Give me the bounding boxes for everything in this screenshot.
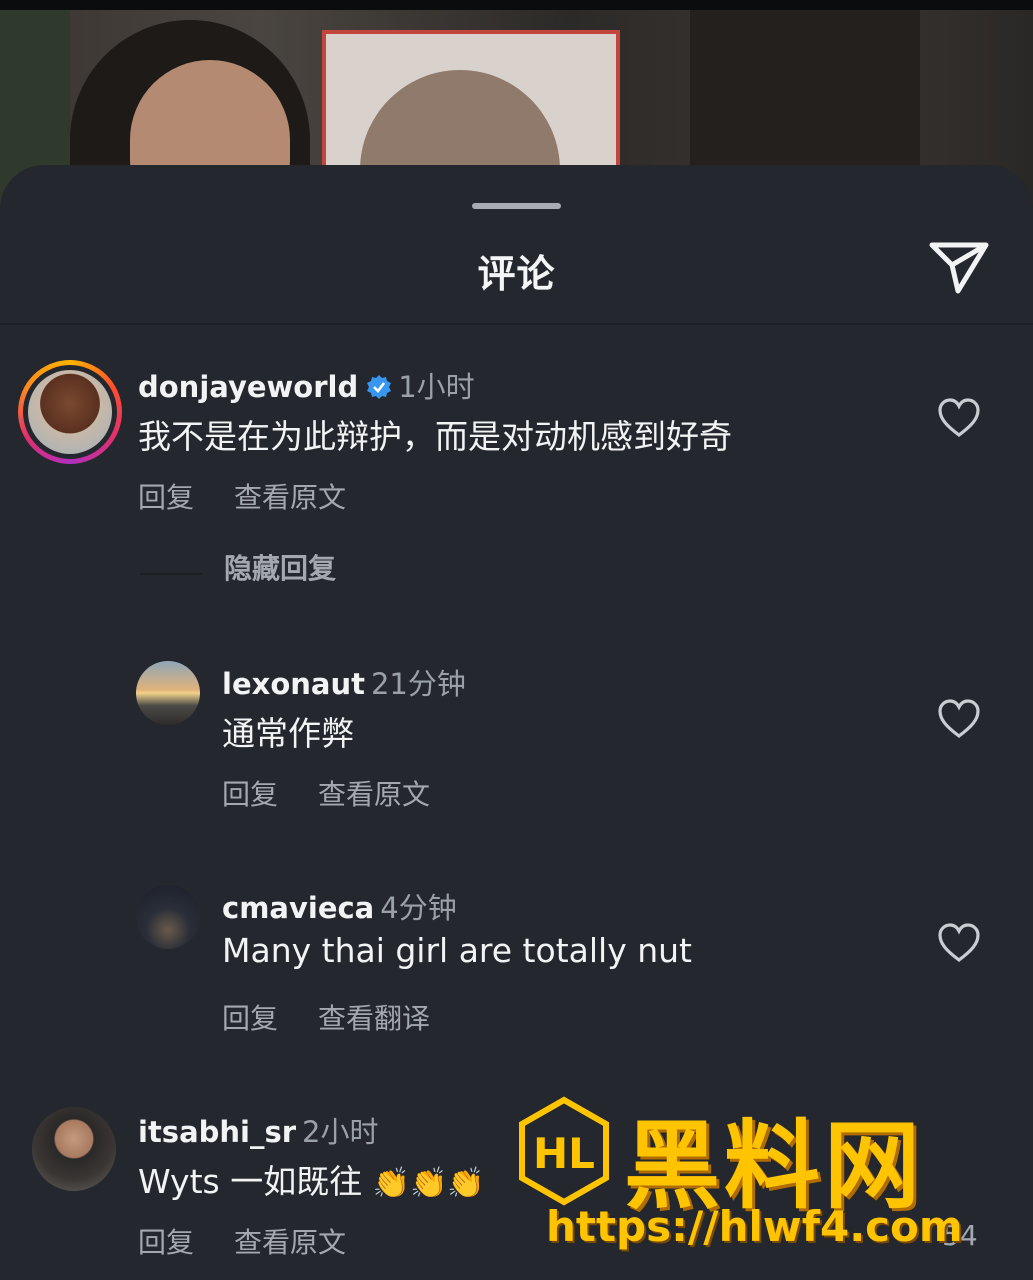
comment-timestamp: 2小时 bbox=[302, 1115, 379, 1149]
see-original-button[interactable]: 查看原文 bbox=[318, 778, 430, 811]
thread-line bbox=[140, 573, 202, 575]
sheet-title: 评论 bbox=[477, 252, 556, 296]
sheet-drag-handle[interactable] bbox=[472, 203, 561, 209]
comment-text: 我不是在为此辩护，而是对动机感到好奇 bbox=[138, 417, 732, 456]
comment-username[interactable]: donjayeworld bbox=[138, 370, 358, 404]
avatar bbox=[28, 370, 112, 454]
comment-username[interactable]: cmavieca bbox=[222, 891, 374, 925]
comment-text: Many thai girl are totally nut bbox=[222, 931, 692, 970]
avatar[interactable] bbox=[136, 885, 200, 949]
heart-outline-icon[interactable] bbox=[937, 699, 981, 739]
reply-button[interactable]: 回复 bbox=[138, 1226, 194, 1259]
share-button[interactable] bbox=[928, 239, 990, 295]
status-strip bbox=[0, 0, 1033, 10]
clapping-emojis: 👏👏👏 bbox=[372, 1166, 485, 1201]
paper-plane-icon bbox=[929, 242, 989, 294]
reply-button[interactable]: 回复 bbox=[222, 1002, 278, 1035]
header-divider bbox=[0, 323, 1033, 325]
verified-badge-icon bbox=[367, 375, 392, 399]
watermark-url: https://hlwf4.com bbox=[546, 1202, 963, 1251]
hide-replies-label[interactable]: 隐藏回复 bbox=[224, 547, 336, 587]
avatar[interactable] bbox=[136, 661, 200, 725]
comment-username[interactable]: lexonaut bbox=[222, 667, 365, 701]
comment-username[interactable]: itsabhi_sr bbox=[138, 1115, 296, 1149]
watermark: HL 黑料网 https://hlwf4.com bbox=[516, 1096, 996, 1266]
heart-outline-icon[interactable] bbox=[937, 398, 981, 438]
see-original-button[interactable]: 查看原文 bbox=[234, 1226, 346, 1259]
watermark-logo-icon: HL bbox=[519, 1096, 609, 1206]
story-ring[interactable] bbox=[18, 360, 122, 464]
comment-text: 通常作弊 bbox=[222, 714, 354, 753]
comment-timestamp: 1小时 bbox=[398, 370, 475, 404]
reply-button[interactable]: 回复 bbox=[222, 778, 278, 811]
see-translation-button[interactable]: 查看翻译 bbox=[318, 1002, 430, 1035]
comment-timestamp: 4分钟 bbox=[380, 891, 457, 925]
see-original-button[interactable]: 查看原文 bbox=[234, 481, 346, 514]
avatar[interactable] bbox=[32, 1107, 116, 1191]
comment-text: Wyts 一如既往 bbox=[138, 1162, 363, 1201]
svg-text:HL: HL bbox=[533, 1129, 595, 1178]
reply-button[interactable]: 回复 bbox=[138, 481, 194, 514]
heart-outline-icon[interactable] bbox=[937, 923, 981, 963]
comment-timestamp: 21分钟 bbox=[370, 667, 466, 701]
